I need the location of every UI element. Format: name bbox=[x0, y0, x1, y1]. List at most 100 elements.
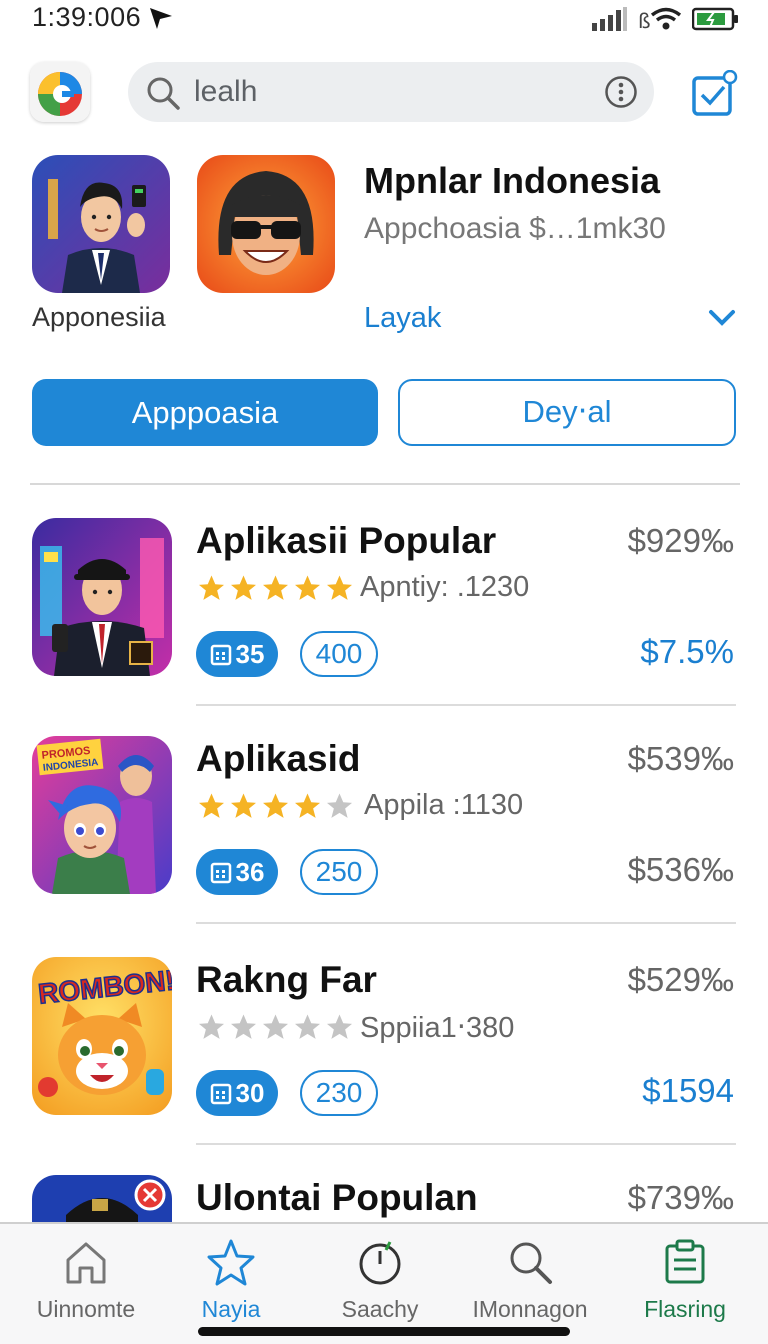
secondary-action-button[interactable]: Dey‧al bbox=[398, 379, 736, 446]
app-icon bbox=[32, 518, 172, 676]
app-percentage: $536‰ bbox=[627, 851, 734, 888]
primary-action-button[interactable]: Apppoasia bbox=[32, 379, 378, 446]
list-item[interactable]: Aplikasii Popular $929‰ Apntiy: .1230 35… bbox=[0, 518, 768, 738]
star-filled-icon bbox=[231, 793, 256, 818]
colorful-logo-icon bbox=[30, 62, 90, 122]
download-badge[interactable]: 36 bbox=[196, 849, 278, 895]
app-percentage: $1594 bbox=[642, 1072, 734, 1109]
item-divider bbox=[196, 1143, 736, 1145]
app-percentage: $7.5% bbox=[640, 633, 734, 670]
tab-label: Saachy bbox=[341, 1296, 419, 1322]
location-arrow-icon bbox=[150, 8, 172, 29]
count-badge[interactable]: 250 bbox=[300, 849, 378, 895]
star-empty-icon bbox=[295, 1014, 320, 1039]
badge-value: 35 bbox=[235, 638, 265, 669]
inbox-check-icon[interactable] bbox=[690, 70, 738, 118]
app-store-logo[interactable] bbox=[30, 62, 90, 122]
tab-label: Nayia bbox=[201, 1296, 261, 1322]
star-icon bbox=[207, 1239, 255, 1286]
tab-search[interactable]: IMonnagon bbox=[455, 1224, 605, 1324]
app-title: Aplikasii Popular bbox=[196, 520, 497, 561]
featured-title: Mpnlar Indonesia bbox=[364, 160, 661, 201]
featured-subtitle: Appchoasia $…1mk30 bbox=[364, 212, 666, 245]
badge-value: 36 bbox=[235, 856, 265, 887]
star-empty-icon bbox=[263, 1014, 288, 1039]
featured-caption: Apponesiia bbox=[32, 302, 166, 332]
star-rating bbox=[196, 791, 355, 821]
star-filled-icon bbox=[199, 575, 224, 600]
section-divider bbox=[30, 483, 740, 485]
app-price: $529‰ bbox=[627, 961, 734, 998]
item-divider bbox=[196, 922, 736, 924]
list-item[interactable]: Ulontai Populan $739‰ bbox=[0, 1175, 768, 1222]
status-time: 1:39:006 bbox=[32, 2, 142, 32]
star-filled-icon bbox=[327, 575, 352, 600]
svg-text:ß: ß bbox=[638, 9, 651, 32]
featured-link[interactable]: Layak bbox=[364, 302, 441, 335]
star-empty-icon bbox=[199, 1014, 224, 1039]
character-cap-artwork bbox=[32, 1175, 172, 1222]
star-rating bbox=[196, 1012, 355, 1042]
app-price: $739‰ bbox=[627, 1179, 734, 1216]
list-item[interactable]: PROMOS INDONESIA Aplikasid $539‰ Appila … bbox=[0, 736, 768, 956]
battery-icon bbox=[692, 7, 738, 31]
list-item[interactable]: ROMBON!! Rakng Far $529‰ Sppiia1‧380 30 … bbox=[0, 957, 768, 1177]
star-filled-icon bbox=[263, 793, 288, 818]
search-input[interactable]: lealh bbox=[194, 75, 257, 109]
search-icon bbox=[147, 77, 180, 110]
app-price: $539‰ bbox=[627, 740, 734, 777]
tab-featured[interactable]: Nayia bbox=[156, 1224, 306, 1324]
tab-label: Uinnomte bbox=[36, 1296, 136, 1322]
rating-text: Appila :1130 bbox=[364, 789, 524, 821]
calendar-icon bbox=[210, 1083, 231, 1105]
businessman-artwork bbox=[32, 155, 170, 293]
count-badge[interactable]: 400 bbox=[300, 631, 378, 677]
sunglasses-character-artwork bbox=[197, 155, 335, 293]
clipboard-icon bbox=[665, 1239, 705, 1284]
star-filled-icon bbox=[199, 793, 224, 818]
tab-home[interactable]: Uinnomte bbox=[11, 1224, 161, 1324]
calendar-icon bbox=[210, 644, 231, 666]
anime-characters-artwork: PROMOS INDONESIA bbox=[32, 736, 172, 894]
star-filled-icon bbox=[231, 575, 256, 600]
star-rating bbox=[196, 573, 355, 603]
more-options-icon[interactable] bbox=[604, 75, 638, 109]
status-bar: 1:39:006 ß bbox=[0, 0, 768, 40]
calendar-icon bbox=[210, 862, 231, 884]
app-title: Rakng Far bbox=[196, 959, 377, 1000]
app-title: Aplikasid bbox=[196, 738, 361, 779]
download-badge[interactable]: 30 bbox=[196, 1070, 278, 1116]
featured-app-icon-businessman[interactable] bbox=[32, 155, 170, 293]
rating-text: Sppiia1‧380 bbox=[360, 1012, 515, 1044]
star-filled-icon bbox=[263, 575, 288, 600]
count-badge[interactable]: 230 bbox=[300, 1070, 378, 1116]
app-icon: ROMBON!! bbox=[32, 957, 172, 1115]
wifi-icon: ß bbox=[638, 7, 682, 32]
search-bar[interactable]: lealh bbox=[128, 62, 654, 122]
star-filled-icon bbox=[295, 793, 320, 818]
star-filled-icon bbox=[295, 575, 320, 600]
search-icon bbox=[510, 1242, 552, 1284]
app-icon: PROMOS INDONESIA bbox=[32, 736, 172, 894]
tab-history[interactable]: Saachy bbox=[305, 1224, 455, 1324]
status-icons: ß bbox=[592, 6, 740, 32]
clock-icon bbox=[359, 1241, 401, 1285]
home-icon bbox=[66, 1242, 106, 1284]
star-empty-icon bbox=[327, 793, 352, 818]
cartoon-cat-artwork: ROMBON!! bbox=[32, 957, 172, 1115]
rating-text: Apntiy: .1230 bbox=[360, 571, 530, 603]
tab-list[interactable]: Flasring bbox=[610, 1224, 760, 1324]
star-empty-icon bbox=[327, 1014, 352, 1039]
chevron-down-icon[interactable] bbox=[708, 308, 736, 328]
tab-label: Flasring bbox=[644, 1296, 726, 1322]
app-price: $929‰ bbox=[627, 522, 734, 559]
download-badge[interactable]: 35 bbox=[196, 631, 278, 677]
featured-app-icon-sunglasses[interactable] bbox=[197, 155, 335, 293]
star-empty-icon bbox=[231, 1014, 256, 1039]
businessman-phone-artwork bbox=[32, 518, 172, 676]
badge-value: 30 bbox=[235, 1077, 265, 1108]
tab-bar: Uinnomte Nayia Saachy IMonnagon Flasring bbox=[0, 1222, 768, 1344]
item-divider bbox=[196, 704, 736, 706]
home-indicator[interactable] bbox=[198, 1327, 570, 1336]
signal-icon bbox=[592, 7, 627, 31]
